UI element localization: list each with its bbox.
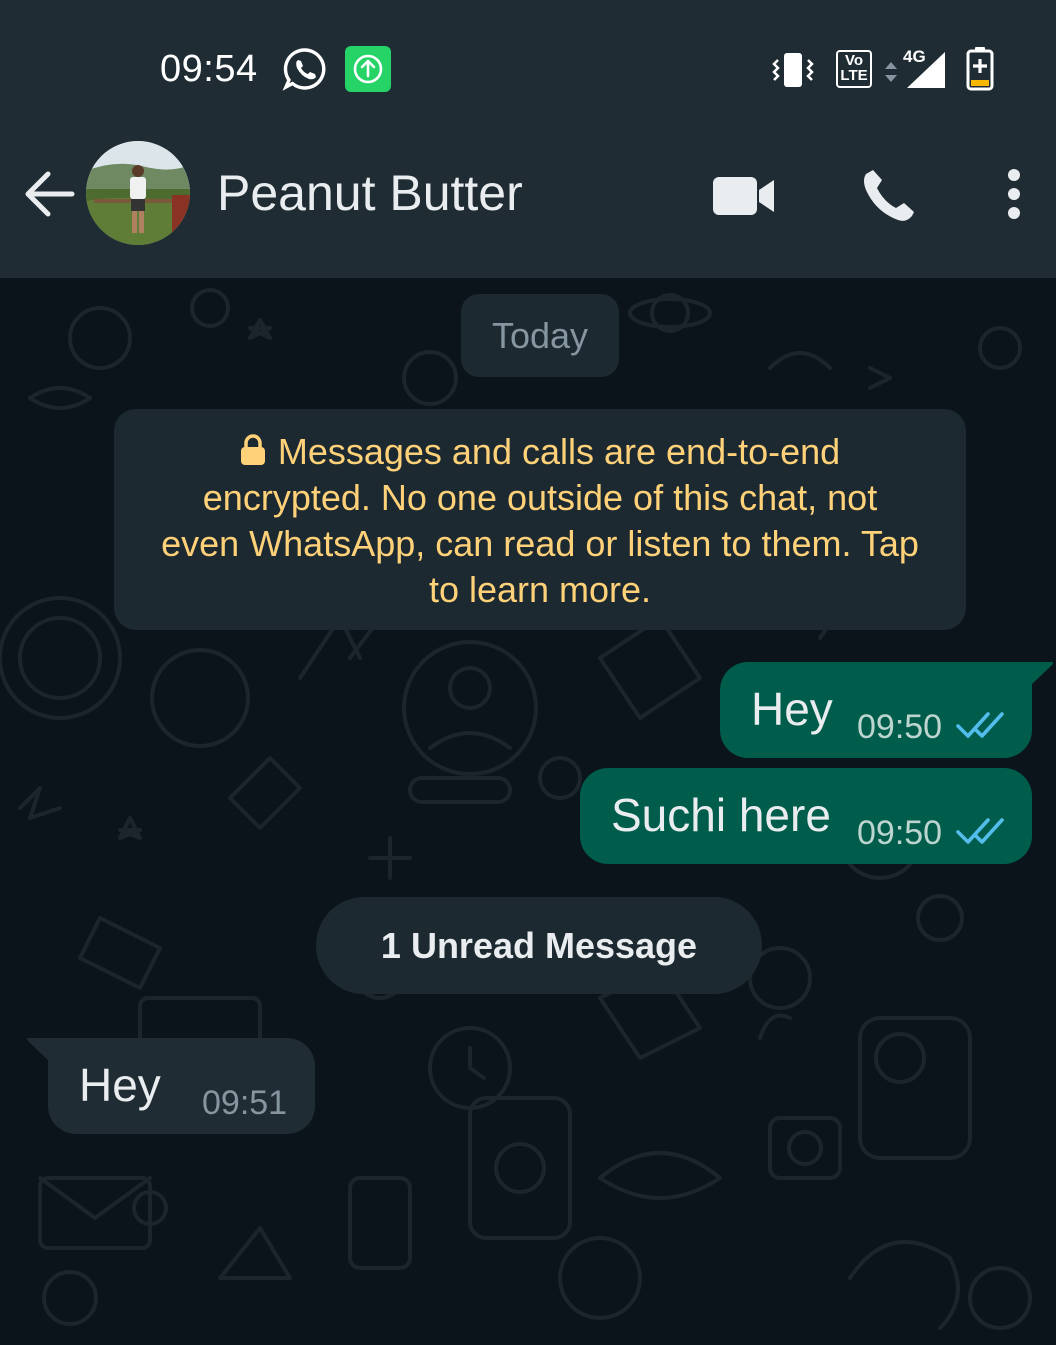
video-call-icon[interactable] [713,176,775,216]
volte-icon: Vo LTE [836,50,872,88]
message-text: Hey [79,1059,161,1111]
status-time: 09:54 [160,48,258,90]
phone-call-icon[interactable] [860,168,916,224]
message-text: Hey [751,683,833,735]
status-bar: 09:54 Vo LTE 4G [0,0,1056,140]
outgoing-message[interactable]: Suchi here 09:50 [580,768,1032,864]
message-time: 09:50 [857,708,943,746]
message-text: Suchi here [611,789,831,841]
message-time: 09:51 [202,1084,288,1122]
more-options-icon[interactable] [1000,167,1028,221]
lock-icon [240,434,265,465]
battery-charging-icon [966,47,994,91]
bubble-tail [1030,662,1053,686]
contact-name[interactable]: Peanut Butter [217,164,523,222]
data-arrows-icon [885,62,897,82]
bubble-tail [27,1038,50,1062]
read-receipt-icon [956,712,1004,738]
upload-notification-icon [345,46,391,92]
avatar[interactable] [86,141,190,245]
signal-icon [907,52,945,88]
incoming-message[interactable]: Hey 09:51 [27,1038,315,1134]
vibrate-icon [772,53,814,87]
date-chip: Today [461,294,619,377]
chat-header: Peanut Butter [0,140,1056,278]
encryption-notice[interactable]: Messages and calls are end-to-end encryp… [114,409,966,630]
message-time: 09:50 [857,814,943,852]
read-receipt-icon [956,818,1004,844]
outgoing-message[interactable]: Hey 09:50 [720,662,1053,758]
back-arrow-icon[interactable] [22,170,76,218]
unread-messages-divider: 1 Unread Message [316,897,762,994]
whatsapp-icon [282,48,326,91]
encryption-text: Messages and calls are end-to-end encryp… [161,431,919,610]
